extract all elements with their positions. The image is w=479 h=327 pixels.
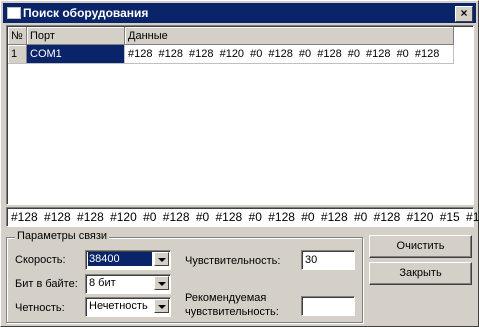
bits-select[interactable]: 8 бит — [85, 274, 171, 294]
window: Поиск оборудования × № Порт Данные 1 COM… — [0, 0, 479, 327]
connection-params-group: Параметры связи Скорость: 38400 Бит в ба… — [6, 230, 363, 323]
bits-label: Бит в байте: — [15, 278, 78, 290]
title-bar[interactable]: Поиск оборудования × — [3, 3, 476, 23]
window-title: Поиск оборудования — [23, 6, 149, 20]
bits-value: 8 бит — [89, 277, 116, 289]
recommended-label-line1: Рекомендуемая — [185, 292, 267, 304]
parity-select[interactable]: Нечетность — [85, 297, 171, 317]
chevron-down-icon[interactable] — [154, 276, 169, 290]
data-line-field[interactable]: #128 #128 #128 #120 #0 #128 #0 #128 #0 #… — [6, 207, 479, 227]
clear-button[interactable]: Очистить — [369, 235, 472, 258]
column-header-number[interactable]: № — [8, 27, 27, 45]
row-data[interactable]: #128 #128 #128 #120 #0 #128 #0 #128 #0 #… — [124, 44, 454, 64]
row-port[interactable]: COM1 — [26, 44, 125, 64]
column-header-data[interactable]: Данные — [124, 27, 454, 45]
recommended-sensitivity-field[interactable] — [301, 296, 355, 316]
results-grid[interactable]: № Порт Данные 1 COM1 #128 #128 #128 #120… — [6, 25, 474, 205]
sensitivity-label: Чувствительность: — [185, 255, 281, 267]
close-button[interactable]: Закрыть — [369, 262, 472, 285]
sensitivity-value: 30 — [305, 254, 318, 266]
speed-value: 38400 — [88, 252, 152, 266]
column-header-port[interactable]: Порт — [26, 27, 125, 45]
parity-label: Четность: — [15, 302, 65, 314]
parity-value: Нечетность — [89, 300, 148, 312]
close-icon[interactable]: × — [455, 6, 473, 22]
group-legend: Параметры связи — [15, 230, 110, 242]
speed-label: Скорость: — [15, 254, 66, 266]
row-number: 1 — [8, 44, 27, 64]
data-line-text: #128 #128 #128 #120 #0 #128 #0 #128 #0 #… — [11, 210, 479, 224]
sensitivity-input[interactable]: 30 — [301, 250, 355, 270]
window-icon — [7, 7, 21, 19]
grid-header: № Порт Данные — [8, 27, 454, 45]
chevron-down-icon[interactable] — [154, 299, 169, 313]
chevron-down-icon[interactable] — [154, 252, 169, 266]
table-row[interactable]: 1 COM1 #128 #128 #128 #120 #0 #128 #0 #1… — [8, 44, 454, 64]
speed-select[interactable]: 38400 — [85, 250, 171, 270]
recommended-label-line2: чувствительность: — [185, 306, 279, 318]
